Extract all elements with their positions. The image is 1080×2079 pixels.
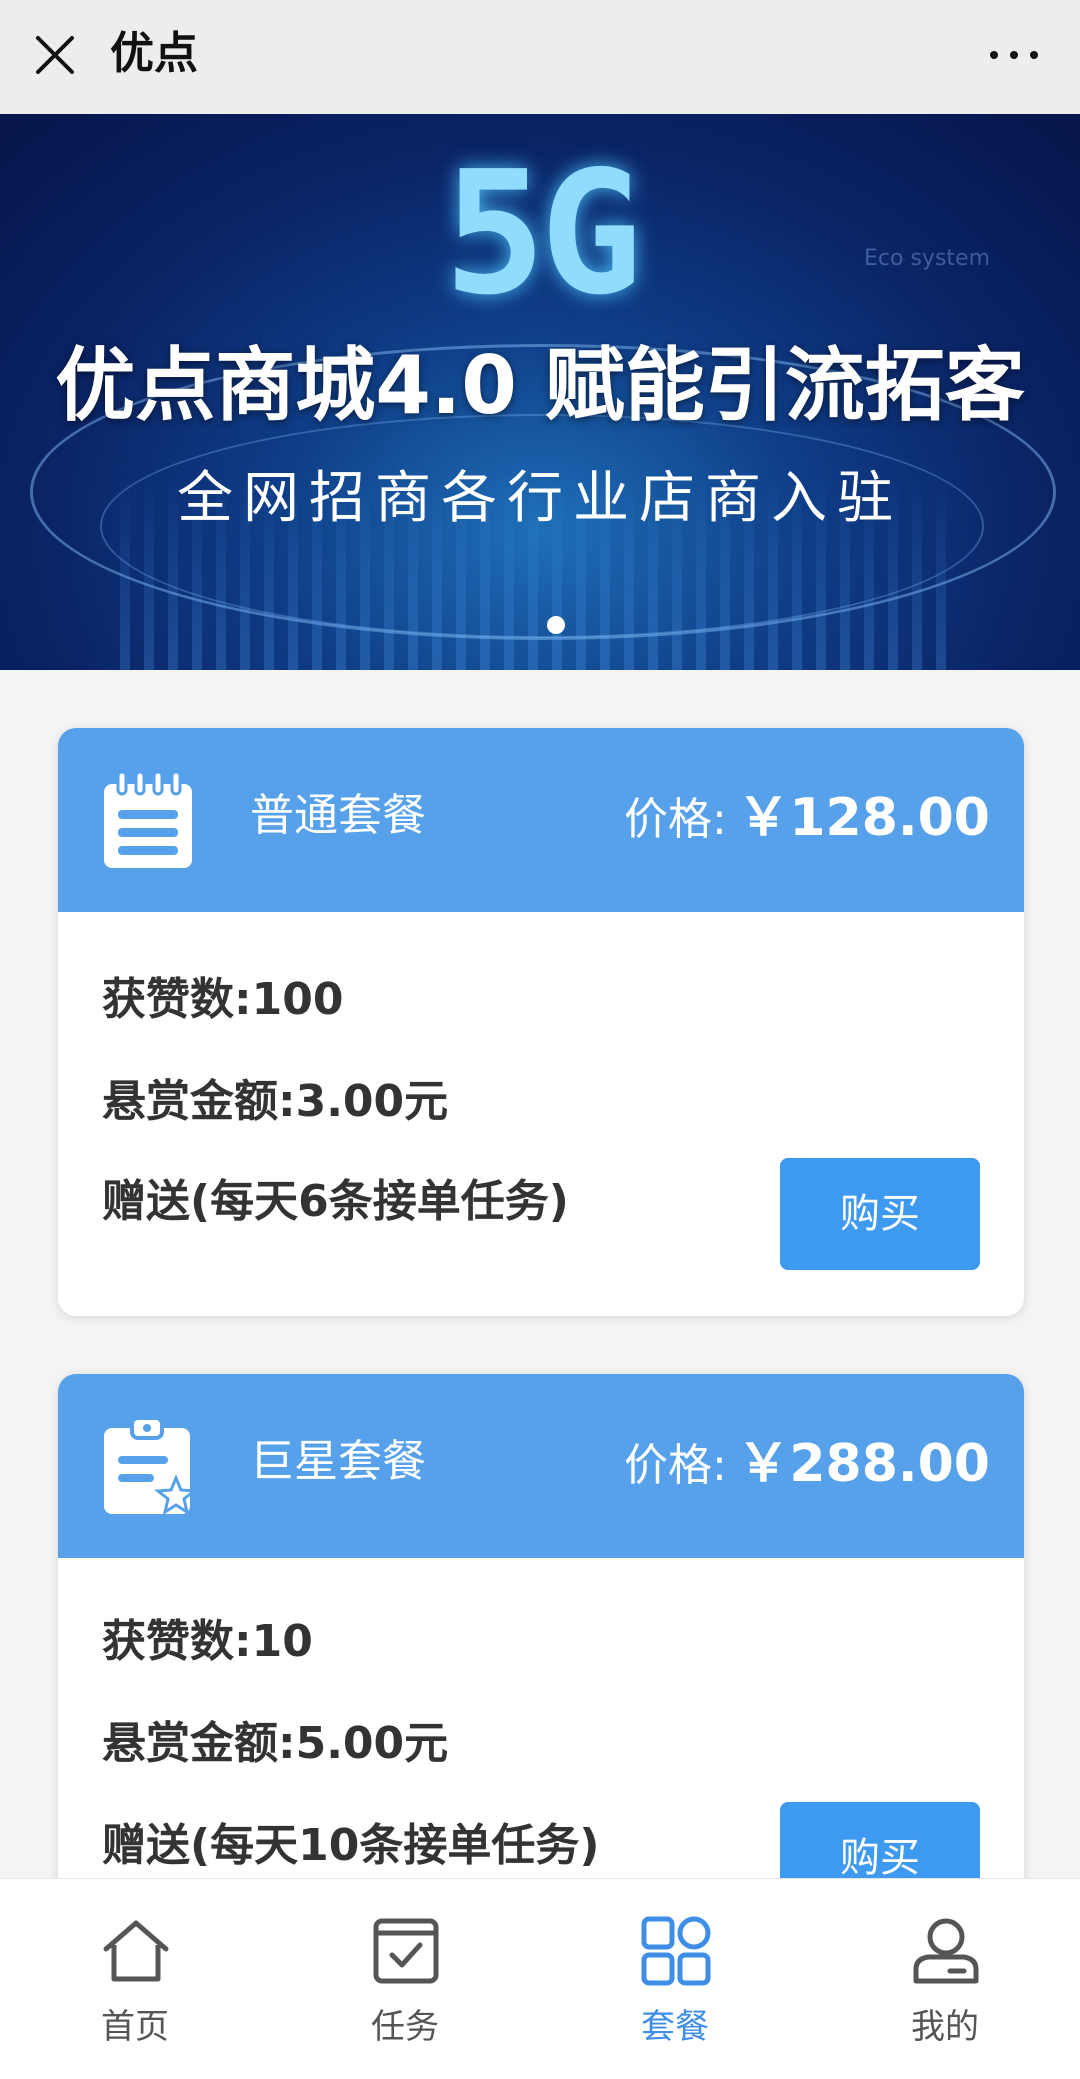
package-name: 巨星套餐 bbox=[250, 1436, 426, 1487]
package-header: 巨星套餐 价格: ￥288.00 bbox=[58, 1374, 1024, 1558]
bonus-tasks: 赠送(每天10条接单任务) bbox=[102, 1820, 600, 1871]
package-name: 普通套餐 bbox=[250, 790, 426, 841]
banner-subline: 全网招商各行业店商入驻 bbox=[177, 466, 903, 531]
reward-amount: 悬赏金额:5.00元 bbox=[102, 1718, 449, 1769]
grid-icon bbox=[641, 1916, 711, 1986]
buy-button[interactable]: 购买 bbox=[780, 1158, 980, 1270]
price-label: 价格: bbox=[624, 1440, 727, 1491]
close-icon[interactable] bbox=[30, 30, 80, 80]
page-title: 优点 bbox=[110, 28, 198, 79]
task-check-icon bbox=[373, 1918, 439, 1984]
banner-headline: 优点商城4.0 赋能引流拓客 bbox=[55, 339, 1025, 432]
bonus-tasks: 赠送(每天6条接单任务) bbox=[102, 1176, 569, 1227]
package-header: 普通套餐 价格: ￥128.00 bbox=[58, 728, 1024, 912]
likes-count: 获赞数:10 bbox=[102, 1616, 313, 1667]
package-card-basic: 普通套餐 价格: ￥128.00 获赞数:100 悬赏金额:3.00元 赠送(每… bbox=[58, 728, 1024, 1316]
home-icon bbox=[103, 1920, 169, 1982]
tab-home[interactable]: 首页 bbox=[0, 1879, 270, 2079]
tab-label: 我的 bbox=[911, 2007, 979, 2047]
promo-banner[interactable]: 5G Eco system 优点商城4.0 赋能引流拓客 全网招商各行业店商入驻 bbox=[0, 114, 1080, 670]
tab-label: 首页 bbox=[101, 2007, 169, 2047]
notepad-icon bbox=[104, 770, 192, 868]
clipboard-star-icon bbox=[104, 1416, 194, 1516]
top-bar: 优点 bbox=[0, 0, 1080, 114]
banner-eco-text: Eco system bbox=[864, 246, 990, 271]
reward-amount: 悬赏金额:3.00元 bbox=[102, 1076, 449, 1127]
package-price: ￥288.00 bbox=[737, 1434, 990, 1494]
user-icon bbox=[913, 1918, 979, 1984]
price-label: 价格: bbox=[624, 794, 727, 845]
tab-label: 任务 bbox=[371, 2007, 439, 2047]
tab-tasks[interactable]: 任务 bbox=[270, 1879, 540, 2079]
tab-mine[interactable]: 我的 bbox=[810, 1879, 1080, 2079]
more-icon[interactable] bbox=[986, 35, 1042, 75]
tab-label: 套餐 bbox=[641, 2007, 709, 2047]
bottom-tab-bar: 首页 任务 套餐 我的 bbox=[0, 1878, 1080, 2079]
carousel-indicator[interactable] bbox=[547, 616, 565, 634]
likes-count: 获赞数:100 bbox=[102, 974, 344, 1025]
tab-packages[interactable]: 套餐 bbox=[540, 1879, 810, 2079]
banner-5g-logo: 5G bbox=[443, 135, 643, 333]
package-price: ￥128.00 bbox=[737, 788, 990, 848]
